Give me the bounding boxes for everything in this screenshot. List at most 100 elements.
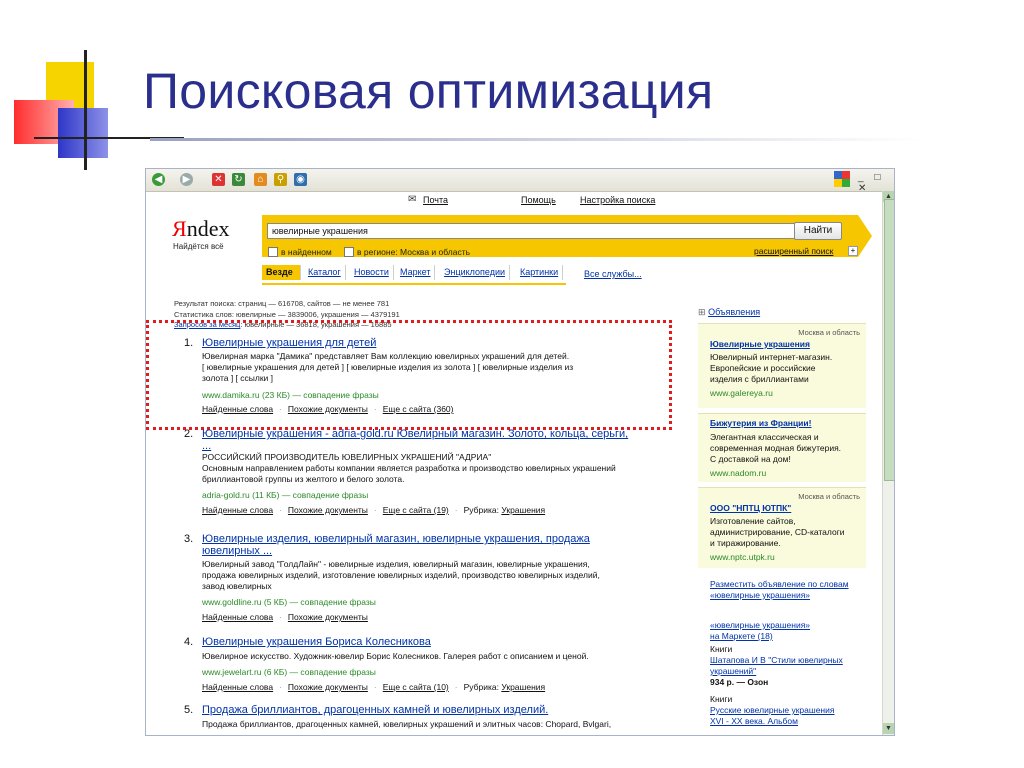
in-found-checkbox[interactable] <box>268 247 278 257</box>
result-title-link[interactable]: Ювелирные украшения для детей <box>202 337 376 349</box>
similar-docs-link[interactable]: Похожие документы <box>288 404 368 414</box>
in-region-checkbox[interactable] <box>344 247 354 257</box>
tab-news[interactable]: Новости <box>350 265 394 280</box>
tab-encyclopedias[interactable]: Энциклопедии <box>440 265 511 280</box>
rubric-label: Рубрика: <box>463 505 499 515</box>
result-title-link[interactable]: Ювелирные украшения Бориса Колесникова <box>202 636 431 648</box>
stats-line-1: Результат поиска: страниц — 616708, сайт… <box>174 299 390 308</box>
place-ad-line[interactable]: «ювелирные украшения» <box>710 590 866 601</box>
books-label: Книги <box>710 644 733 654</box>
result-number: 1. <box>184 337 194 349</box>
market-line[interactable]: на Маркете (18) <box>710 631 866 642</box>
ad-url[interactable]: www.galereya.ru <box>710 388 773 399</box>
market-line[interactable]: «ювелирные украшения» <box>710 620 866 631</box>
ad-text-line: администрирование, CD-каталоги <box>710 527 845 537</box>
result-number: 4. <box>184 636 194 648</box>
refresh-icon[interactable]: ↻ <box>232 173 245 186</box>
tab-market[interactable]: Маркет <box>396 265 436 280</box>
help-link[interactable]: Помощь <box>521 195 556 205</box>
result-title-link[interactable]: Ювелирные украшения - adria-gold.ru Ювел… <box>202 428 628 440</box>
result-number: 3. <box>184 533 194 545</box>
ad-text-line: Изготовление сайтов, <box>710 516 796 526</box>
ad-block: Москва и область Ювелирные украшения Юве… <box>698 323 866 408</box>
ad-title-link[interactable]: ООО "НПТЦ ЮТПК" <box>710 503 791 514</box>
ad-url[interactable]: www.nadom.ru <box>710 468 766 479</box>
mail-link[interactable]: Почта <box>423 195 448 205</box>
tab-images[interactable]: Картинки <box>516 265 564 280</box>
plus-icon[interactable]: + <box>848 246 858 256</box>
scrollbar[interactable]: ▲ ▼ <box>882 191 894 735</box>
found-words-link[interactable]: Найденные слова <box>202 505 273 515</box>
book-link[interactable]: XVI - XX века. Альбом <box>710 716 866 727</box>
result-title-link-cont[interactable]: ... <box>202 440 211 452</box>
similar-docs-link[interactable]: Похожие документы <box>288 682 368 692</box>
result-url[interactable]: adria-gold.ru (11 КБ) — совпадение фразы <box>202 489 368 501</box>
book-link[interactable]: Русские ювелирные украшения <box>710 705 866 716</box>
ad-region: Москва и область <box>798 492 860 501</box>
windows-logo-icon <box>834 171 850 187</box>
all-services-link[interactable]: Все службы... <box>584 269 642 279</box>
result-snippet-line: Ювелирная марка "Дамика" представляет Ва… <box>202 351 570 361</box>
scroll-thumb[interactable] <box>884 199 894 481</box>
result-url[interactable]: www.damika.ru (23 КБ) — совпадение фразы <box>202 389 379 401</box>
result-snippet-line: Ювелирный завод "ГолдЛайн" - ювелирные и… <box>202 559 590 569</box>
result-links: Найденные слова · Похожие документы · Еще с … <box>202 682 546 692</box>
similar-docs-link[interactable]: Похожие документы <box>288 612 368 622</box>
more-from-site-link[interactable]: Еще с сайта (360) <box>383 404 454 414</box>
rubric-link[interactable]: Украшения <box>501 505 545 515</box>
result-number: 5. <box>184 704 194 716</box>
tab-catalog[interactable]: Каталог <box>304 265 346 280</box>
place-ad-line[interactable]: Разместить объявление по словам <box>710 579 866 590</box>
result-url[interactable]: www.goldline.ru (5 КБ) — совпадение фраз… <box>202 596 376 608</box>
ads-icon: ⊞ <box>698 307 706 317</box>
scroll-down-icon[interactable]: ▼ <box>883 723 894 734</box>
books-label: Книги <box>710 694 733 704</box>
browser-window: ◀ ▶ ✕ ↻ ⌂ ⚲ ◉ _ □ ✕ ▲ ▼ ✉ Почта Помощь Н… <box>145 168 895 736</box>
ads-header: ⊞ Объявления <box>698 307 760 318</box>
result-snippet-line: золота ] [ ссылки ] <box>202 373 274 383</box>
search-button[interactable]: Найти <box>794 222 842 240</box>
ad-url[interactable]: www.nptc.utpk.ru <box>710 552 775 563</box>
result-title-link-cont[interactable]: ювелирных ... <box>202 545 272 557</box>
ad-block: Бижутерия из Франции! Элегантная классич… <box>698 413 866 482</box>
ad-title-link[interactable]: Ювелирные украшения <box>710 339 810 350</box>
more-from-site-link[interactable]: Еще с сайта (19) <box>383 505 449 515</box>
books-block-2: Книги Русские ювелирные украшения XVI - … <box>710 694 866 727</box>
result-url[interactable]: www.jewelart.ru (6 КБ) — совпадение фраз… <box>202 666 376 678</box>
mail-icon: ✉ <box>408 194 417 205</box>
home-icon[interactable]: ⌂ <box>254 173 267 186</box>
result-title-link[interactable]: Ювелирные изделия, ювелирный магазин, юв… <box>202 533 590 545</box>
search-icon[interactable]: ⚲ <box>274 173 287 186</box>
back-icon[interactable]: ◀ <box>152 173 165 186</box>
stop-icon[interactable]: ✕ <box>212 173 225 186</box>
place-ad-link[interactable]: Разместить объявление по словам «ювелирн… <box>710 579 866 601</box>
forward-icon[interactable]: ▶ <box>180 173 193 186</box>
found-words-link[interactable]: Найденные слова <box>202 612 273 622</box>
search-input[interactable]: ювелирные украшения <box>267 223 797 239</box>
ad-text-line: Ювелирный интернет-магазин. <box>710 352 833 362</box>
advanced-search-link[interactable]: расширенный поиск <box>754 246 833 256</box>
ad-block: Москва и область ООО "НПТЦ ЮТПК" Изготов… <box>698 487 866 568</box>
search-settings-link[interactable]: Настройка поиска <box>580 195 655 205</box>
similar-docs-link[interactable]: Похожие документы <box>288 505 368 515</box>
ads-header-link[interactable]: Объявления <box>708 307 760 317</box>
result-snippet-line: [ ювелирные украшения для детей ] [ ювел… <box>202 362 574 372</box>
logo-letter-y: Я <box>172 216 187 241</box>
book-link[interactable]: украшений" <box>710 666 866 677</box>
ad-title-link[interactable]: Бижутерия из Франции! <box>710 418 811 429</box>
rubric-link[interactable]: Украшения <box>501 682 545 692</box>
rubric-label: Рубрика: <box>463 682 499 692</box>
in-found-label: в найденном <box>281 247 332 257</box>
more-from-site-link[interactable]: Еще с сайта (10) <box>383 682 449 692</box>
yandex-logo[interactable]: Яndex <box>172 217 229 241</box>
found-words-link[interactable]: Найденные слова <box>202 682 273 692</box>
tab-everywhere[interactable]: Везде <box>262 265 301 280</box>
web-icon[interactable]: ◉ <box>294 173 307 186</box>
logo-slogan: Найдётся всё <box>173 242 224 251</box>
books-block-1: Книги Шатапова И В "Стили ювелирных укра… <box>710 644 866 688</box>
market-link[interactable]: «ювелирные украшения» на Маркете (18) <box>710 620 866 642</box>
result-title-link[interactable]: Продажа бриллиантов, драгоценных камней … <box>202 704 548 716</box>
book-link[interactable]: Шатапова И В "Стили ювелирных <box>710 655 866 666</box>
found-words-link[interactable]: Найденные слова <box>202 404 273 414</box>
tabs-underline <box>262 283 566 285</box>
